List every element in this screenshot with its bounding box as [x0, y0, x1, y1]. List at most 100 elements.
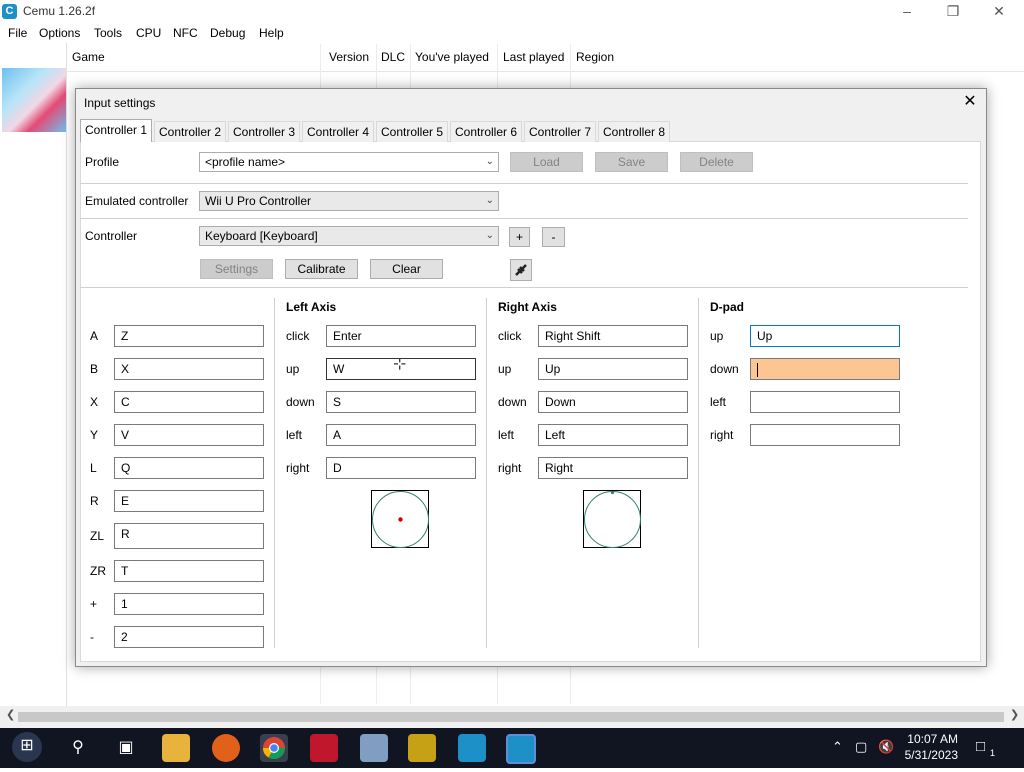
menu-nfc[interactable]: NFC [173, 26, 198, 40]
tab-controller-6[interactable]: Controller 6 [450, 121, 523, 142]
settings-button[interactable]: Settings [200, 259, 273, 279]
column-dlc[interactable]: DLC [381, 50, 405, 64]
text-caret [757, 362, 758, 377]
divider [80, 183, 968, 184]
calibrate-button[interactable]: Calibrate [285, 259, 358, 279]
button-x-input[interactable]: C [114, 391, 264, 413]
game-thumbnail[interactable] [2, 68, 66, 132]
notification-center-icon[interactable]: □ [976, 738, 985, 755]
screen-recorder-icon[interactable] [310, 734, 338, 762]
left-axis-up-label: up [286, 362, 300, 376]
left-axis-left-input[interactable]: A [326, 424, 476, 446]
connect-plug-icon[interactable] [510, 259, 532, 281]
tab-controller-4[interactable]: Controller 4 [302, 121, 375, 142]
right-axis-left-input[interactable]: Left [538, 424, 688, 446]
volume-muted-icon[interactable]: 🔇 [878, 739, 894, 755]
left-stick-preview [371, 490, 429, 548]
dialog-title: Input settings [84, 96, 156, 110]
add-controller-button[interactable]: + [509, 227, 530, 247]
divider [80, 218, 968, 219]
load-profile-button[interactable]: Load [510, 152, 583, 172]
tab-controller-8[interactable]: Controller 8 [598, 121, 671, 142]
controller-value: Keyboard [Keyboard] [205, 229, 318, 243]
clear-button[interactable]: Clear [370, 259, 443, 279]
left-stick-circle [372, 491, 429, 548]
notepad-icon[interactable] [360, 734, 388, 762]
controller-select[interactable]: Keyboard [Keyboard] ⌄ [199, 226, 499, 246]
chevron-up-icon[interactable]: ⌃ [832, 739, 843, 755]
firefox-icon[interactable] [212, 734, 240, 762]
dpad-left-input[interactable] [750, 391, 900, 413]
column-you-played[interactable]: You've played [415, 50, 489, 64]
download-manager-icon[interactable] [408, 734, 436, 762]
menu-cpu[interactable]: CPU [136, 26, 161, 40]
chrome-icon[interactable] [260, 734, 288, 762]
notification-count: 1 [990, 748, 996, 758]
column-divider [698, 298, 699, 648]
column-version[interactable]: Version [329, 50, 369, 64]
dpad-left-label: left [710, 395, 727, 409]
clock-time[interactable]: 10:07 AM [900, 732, 958, 746]
close-window-button[interactable]: ✕ [976, 0, 1022, 23]
emulated-controller-label: Emulated controller [85, 194, 189, 208]
scroll-left-icon[interactable]: ❮ [6, 708, 15, 721]
dpad-down-input[interactable] [750, 358, 900, 380]
remove-controller-button[interactable]: - [542, 227, 565, 247]
clock-date[interactable]: 5/31/2023 [900, 748, 958, 762]
button-r-label: R [90, 494, 99, 508]
search-icon[interactable]: ⚲ [64, 734, 92, 762]
tab-controller-7[interactable]: Controller 7 [524, 121, 597, 142]
maximize-button[interactable]: ❐ [930, 0, 976, 23]
menu-debug[interactable]: Debug [210, 26, 245, 40]
right-axis-down-label: down [498, 395, 527, 409]
minimize-button[interactable]: – [884, 0, 930, 23]
network-icon[interactable]: ▢ [855, 739, 867, 755]
left-axis-click-input[interactable]: Enter [326, 325, 476, 347]
emulated-controller-select[interactable]: Wii U Pro Controller ⌄ [199, 191, 499, 211]
column-region[interactable]: Region [576, 50, 614, 64]
button-minus-input[interactable]: 2 [114, 626, 264, 648]
column-game[interactable]: Game [72, 50, 105, 64]
menu-help[interactable]: Help [259, 26, 284, 40]
dpad-right-input[interactable] [750, 424, 900, 446]
menu-file[interactable]: File [8, 26, 27, 40]
button-plus-input[interactable]: 1 [114, 593, 264, 615]
button-zl-input[interactable]: R [114, 523, 264, 549]
dpad-up-input[interactable]: Up [750, 325, 900, 347]
tab-controller-5[interactable]: Controller 5 [376, 121, 449, 142]
left-axis-right-input[interactable]: D [326, 457, 476, 479]
right-axis-right-input[interactable]: Right [538, 457, 688, 479]
file-explorer-icon[interactable] [162, 734, 190, 762]
cemu-taskbar-icon[interactable] [506, 734, 536, 764]
profile-combobox[interactable]: <profile name> ⌄ [199, 152, 499, 172]
scroll-right-icon[interactable]: ❯ [1010, 708, 1019, 721]
task-view-icon[interactable]: ▣ [112, 734, 140, 762]
menu-options[interactable]: Options [39, 26, 80, 40]
left-axis-right-label: right [286, 461, 310, 475]
tab-controller-1[interactable]: Controller 1 [80, 119, 153, 142]
wiiu-usb-helper-icon[interactable] [458, 734, 486, 762]
right-axis-click-input[interactable]: Right Shift [538, 325, 688, 347]
button-r-input[interactable]: E [114, 490, 264, 512]
button-b-input[interactable]: X [114, 358, 264, 380]
button-zr-input[interactable]: T [114, 560, 264, 582]
menu-tools[interactable]: Tools [94, 26, 122, 40]
save-profile-button[interactable]: Save [595, 152, 668, 172]
right-axis-click-label: click [498, 329, 522, 343]
dialog-close-button[interactable]: ✕ [958, 92, 982, 112]
button-a-input[interactable]: Z [114, 325, 264, 347]
divider [80, 287, 968, 288]
delete-profile-button[interactable]: Delete [680, 152, 753, 172]
tab-controller-3[interactable]: Controller 3 [228, 121, 301, 142]
left-axis-down-input[interactable]: S [326, 391, 476, 413]
right-axis-title: Right Axis [498, 300, 557, 314]
scrollbar-thumb[interactable] [18, 712, 1004, 722]
start-button-icon[interactable]: ⊞ [12, 732, 42, 762]
button-y-input[interactable]: V [114, 424, 264, 446]
tab-controller-2[interactable]: Controller 2 [154, 121, 227, 142]
right-axis-down-input[interactable]: Down [538, 391, 688, 413]
button-l-input[interactable]: Q [114, 457, 264, 479]
column-last-played[interactable]: Last played [503, 50, 564, 64]
right-axis-up-input[interactable]: Up [538, 358, 688, 380]
controller-label: Controller [85, 229, 138, 243]
